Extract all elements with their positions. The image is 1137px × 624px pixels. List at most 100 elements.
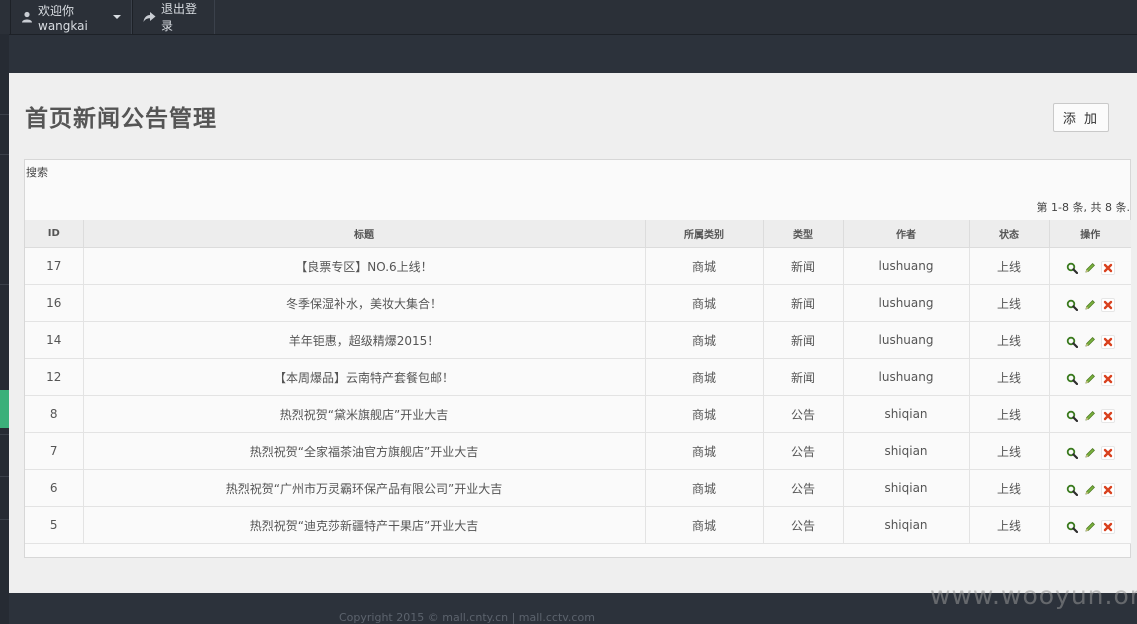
cell-type: 公告	[763, 506, 844, 544]
edit-icon	[1085, 374, 1096, 384]
edit-icon	[1085, 522, 1096, 532]
cell-id: 16	[25, 284, 84, 322]
cell-author: lushuang	[843, 321, 970, 359]
column-header-title[interactable]: 标题	[83, 220, 646, 248]
cell-category: 商城	[645, 506, 764, 544]
cell-author: shiqian	[843, 395, 970, 433]
view-button[interactable]	[1065, 335, 1079, 349]
column-header-id[interactable]: ID	[25, 220, 84, 248]
cell-type: 公告	[763, 432, 844, 470]
user-menu-label: 欢迎你wangkai	[38, 3, 88, 33]
cell-id: 5	[25, 506, 84, 544]
view-icon	[1067, 262, 1079, 274]
cell-author: lushuang	[843, 358, 970, 396]
cell-category: 商城	[645, 321, 764, 359]
cell-type: 新闻	[763, 321, 844, 359]
cell-category: 商城	[645, 247, 764, 285]
cell-title: 热烈祝贺“广州市万灵霸环保产品有限公司”开业大吉	[83, 469, 646, 507]
edit-button[interactable]	[1083, 261, 1097, 275]
cell-type: 新闻	[763, 358, 844, 396]
view-button[interactable]	[1065, 409, 1079, 423]
cell-actions	[1049, 247, 1131, 285]
edit-icon	[1085, 448, 1096, 458]
edit-button[interactable]	[1083, 446, 1097, 460]
edit-button[interactable]	[1083, 520, 1097, 534]
delete-button[interactable]	[1101, 483, 1116, 497]
user-menu[interactable]: 欢迎你wangkai	[10, 0, 132, 34]
cell-actions	[1049, 469, 1131, 507]
delete-button[interactable]	[1101, 446, 1116, 460]
column-header-actions: 操作	[1049, 220, 1131, 248]
edit-icon	[1085, 485, 1096, 495]
edit-icon	[1085, 337, 1096, 347]
column-header-status[interactable]: 状态	[969, 220, 1050, 248]
cell-title: 热烈祝贺“全家福茶油官方旗舰店”开业大吉	[83, 432, 646, 470]
delete-button[interactable]	[1101, 372, 1116, 386]
edit-button[interactable]	[1083, 409, 1097, 423]
edit-icon	[1085, 263, 1096, 273]
search-label[interactable]: 搜索	[26, 164, 48, 180]
delete-icon	[1104, 448, 1113, 458]
cell-category: 商城	[645, 284, 764, 322]
cell-category: 商城	[645, 395, 764, 433]
edit-button[interactable]	[1083, 372, 1097, 386]
cell-id: 7	[25, 432, 84, 470]
cell-type: 新闻	[763, 247, 844, 285]
view-icon	[1067, 447, 1079, 459]
view-button[interactable]	[1065, 446, 1079, 460]
cell-title: 热烈祝贺“黛米旗舰店”开业大吉	[83, 395, 646, 433]
cell-type: 新闻	[763, 284, 844, 322]
edit-button[interactable]	[1083, 335, 1097, 349]
view-button[interactable]	[1065, 372, 1079, 386]
cell-id: 17	[25, 247, 84, 285]
edit-icon	[1085, 411, 1096, 421]
edit-button[interactable]	[1083, 483, 1097, 497]
cell-status: 上线	[969, 469, 1050, 507]
view-button[interactable]	[1065, 261, 1079, 275]
delete-icon	[1104, 485, 1113, 495]
page-title: 首页新闻公告管理	[25, 106, 217, 132]
user-icon	[21, 11, 33, 23]
footer-copyright: Copyright 2015 © mall.cnty.cn | mall.cct…	[339, 611, 595, 624]
column-header-category[interactable]: 所属类别	[645, 220, 764, 248]
cell-actions	[1049, 395, 1131, 433]
cell-status: 上线	[969, 321, 1050, 359]
cell-id: 8	[25, 395, 84, 433]
cell-author: shiqian	[843, 432, 970, 470]
delete-button[interactable]	[1101, 261, 1116, 275]
cell-category: 商城	[645, 469, 764, 507]
delete-icon	[1104, 300, 1113, 310]
sidebar-collapsed	[0, 34, 9, 624]
cell-actions	[1049, 358, 1131, 396]
delete-button[interactable]	[1101, 335, 1116, 349]
pagination-summary: 第 1-8 条, 共 8 条.	[1036, 201, 1130, 214]
view-button[interactable]	[1065, 298, 1079, 312]
cell-status: 上线	[969, 358, 1050, 396]
column-header-type[interactable]: 类型	[763, 220, 844, 248]
cell-actions	[1049, 284, 1131, 322]
logout-link[interactable]: 退出登录	[132, 0, 215, 34]
add-button[interactable]: 添 加	[1053, 103, 1109, 132]
view-button[interactable]	[1065, 520, 1079, 534]
cell-title: 【本周爆品】云南特产套餐包邮！	[83, 358, 646, 396]
view-button[interactable]	[1065, 483, 1079, 497]
cell-actions	[1049, 506, 1131, 544]
table-row: 12 【本周爆品】云南特产套餐包邮！ 商城 新闻 lushuang 上线	[25, 358, 1131, 396]
chevron-down-icon	[113, 15, 121, 19]
view-icon	[1067, 484, 1079, 496]
delete-button[interactable]	[1101, 298, 1116, 312]
cell-title: 羊年钜惠，超级精爆2015！	[83, 321, 646, 359]
delete-icon	[1104, 411, 1113, 421]
table-row: 14 羊年钜惠，超级精爆2015！ 商城 新闻 lushuang 上线	[25, 321, 1131, 359]
cell-id: 12	[25, 358, 84, 396]
sidebar-active-indicator[interactable]	[0, 390, 9, 428]
delete-button[interactable]	[1101, 520, 1116, 534]
delete-button[interactable]	[1101, 409, 1116, 423]
cell-title: 【良票专区】NO.6上线！	[83, 247, 646, 285]
top-nav-bar: 欢迎你wangkai 退出登录	[0, 0, 1137, 35]
cell-category: 商城	[645, 358, 764, 396]
column-header-author[interactable]: 作者	[843, 220, 970, 248]
edit-button[interactable]	[1083, 298, 1097, 312]
table-row: 6 热烈祝贺“广州市万灵霸环保产品有限公司”开业大吉 商城 公告 shiqian 上线	[25, 469, 1131, 507]
logout-label: 退出登录	[161, 2, 198, 33]
